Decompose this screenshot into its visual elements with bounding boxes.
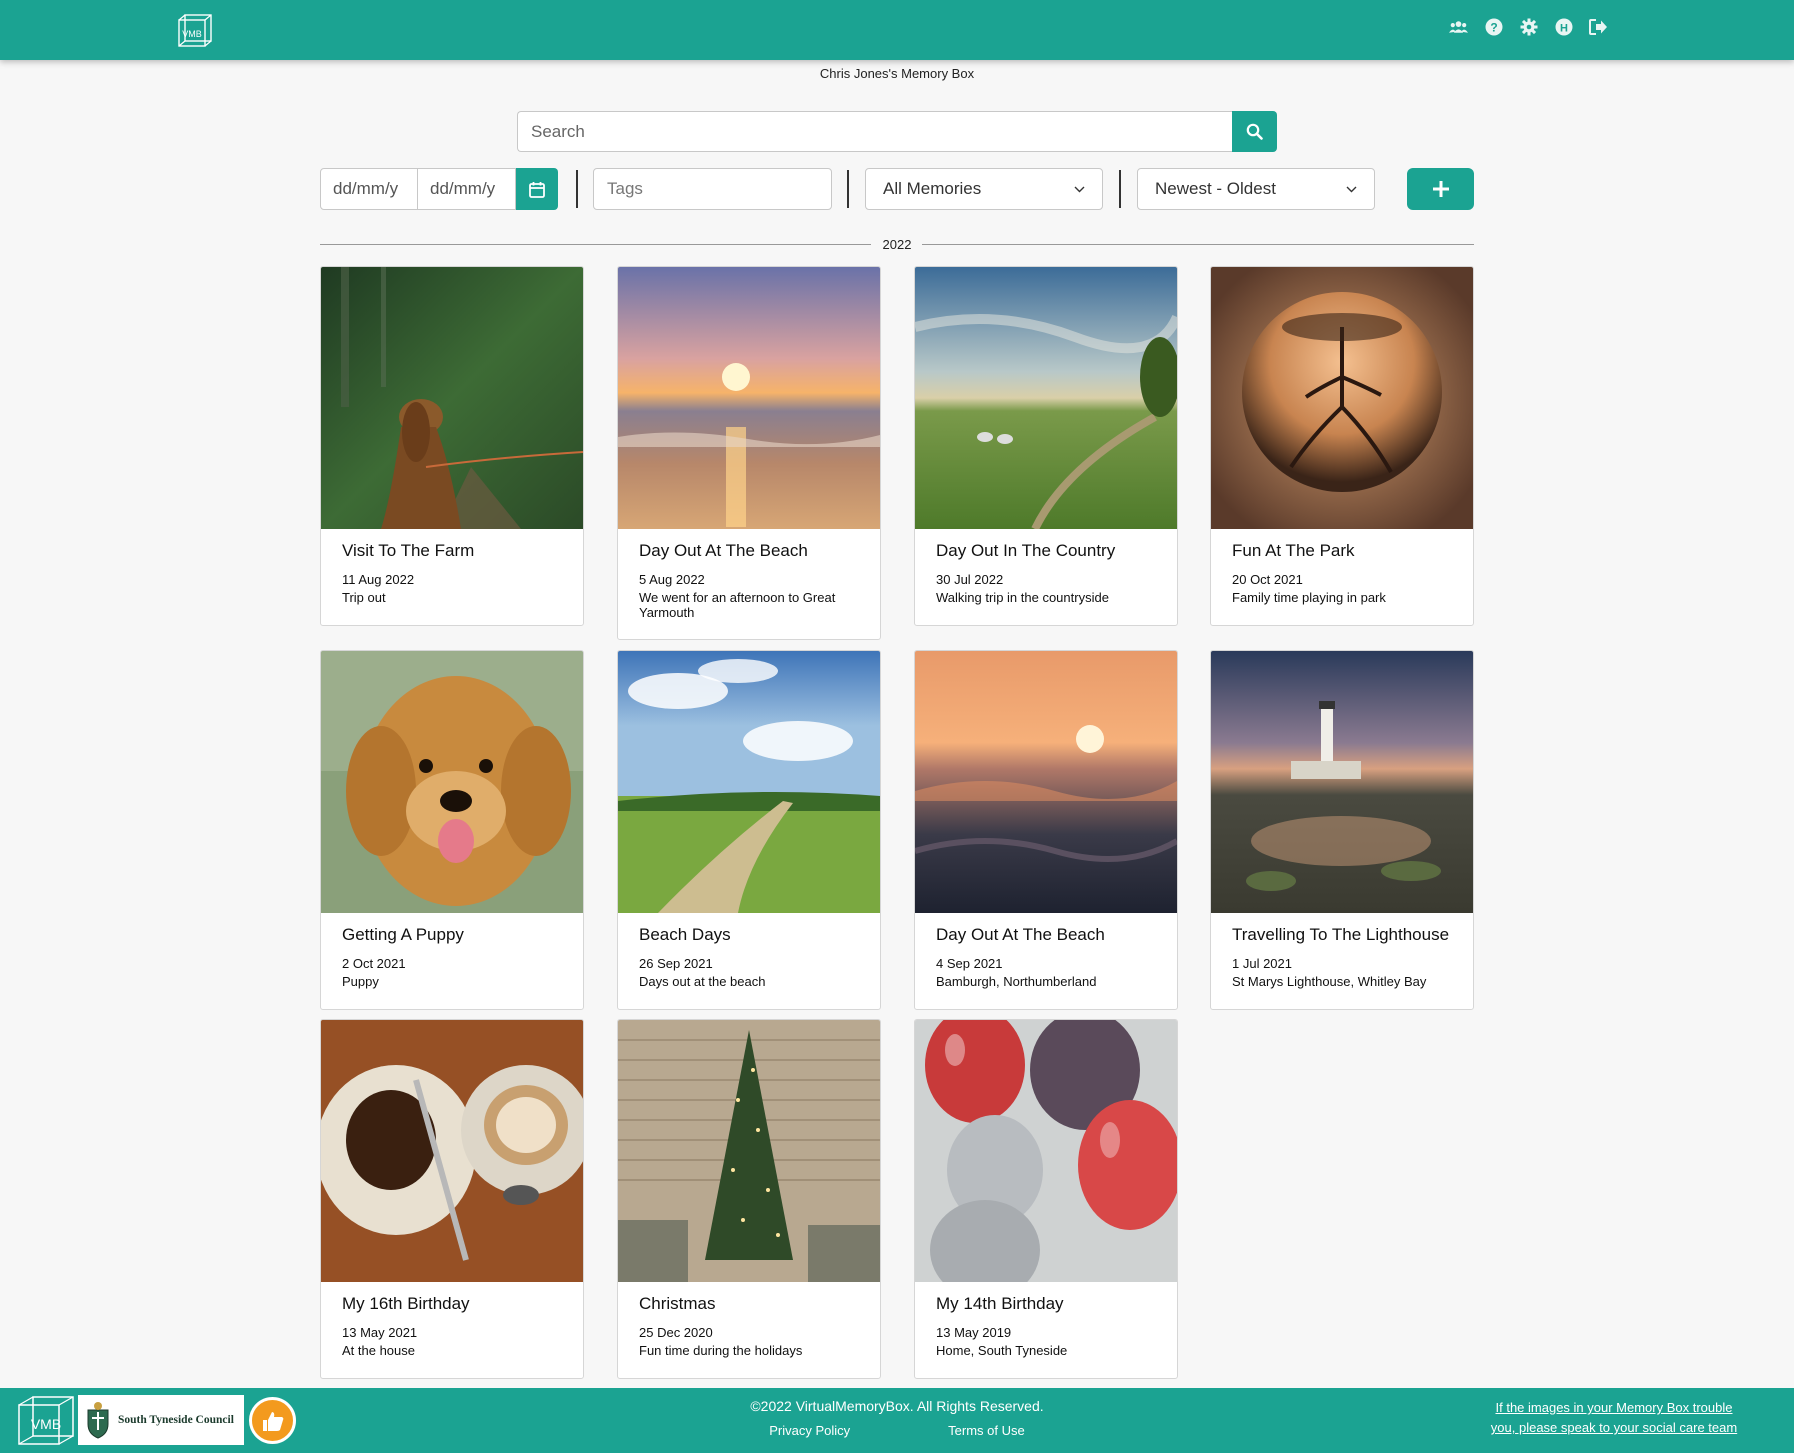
memory-title: Visit To The Farm [342,541,475,560]
memory-image-country-path [618,651,880,913]
date-range: dd/mm/y dd/mm/y [320,168,558,210]
memory-card[interactable]: Day Out At The Beach 4 Sep 2021 Bamburgh… [914,650,1178,1010]
memory-type-select[interactable]: All Memories [865,168,1103,210]
memory-image-dog [321,267,583,529]
memory-description: Days out at the beach [639,974,766,989]
memory-image-lighthouse [1211,651,1473,913]
memory-date: 26 Sep 2021 [639,956,713,971]
plus-icon [1432,181,1449,197]
memory-title: My 14th Birthday [936,1294,1064,1313]
support-note-link[interactable]: If the images in your Memory Box trouble… [1484,1398,1744,1438]
memory-card[interactable]: Getting A Puppy 2 Oct 2021 Puppy [320,650,584,1010]
memory-image-christmas-tree [618,1020,880,1282]
memory-box-title: Chris Jones's Memory Box [819,66,975,81]
footer: VMB South Tyneside Council ©2022 Virtual… [0,1388,1794,1453]
year-label: 2022 [882,237,912,252]
memory-date: 4 Sep 2021 [936,956,1003,971]
memory-date: 13 May 2021 [342,1325,418,1340]
settings-icon[interactable] [1519,17,1538,36]
logout-icon[interactable] [1589,17,1608,36]
vmb-logo[interactable]: VMB [178,14,212,47]
memory-description: St Marys Lighthouse, Whitley Bay [1232,974,1427,989]
memory-image-beach-sunset [618,267,880,529]
memory-description: Bamburgh, Northumberland [936,974,1097,989]
memory-date: 20 Oct 2021 [1232,572,1303,587]
memory-card[interactable]: Day Out At The Beach 5 Aug 2022 We went … [617,266,881,640]
h-icon[interactable]: H [1554,17,1573,36]
memory-image-coffee-cake [321,1020,583,1282]
memory-card[interactable]: My 16th Birthday 13 May 2021 At the hous… [320,1019,584,1379]
memory-title: Getting A Puppy [342,925,464,944]
memory-title: Travelling To The Lighthouse [1232,925,1450,944]
memory-image-sea-sunset [915,651,1177,913]
memory-description: Home, South Tyneside [936,1343,1068,1358]
date-to-field[interactable]: dd/mm/y [418,168,516,210]
memory-date: 1 Jul 2021 [1232,956,1292,971]
help-icon[interactable]: ? [1484,17,1503,36]
memory-date: 5 Aug 2022 [639,572,705,587]
calendar-icon [529,181,545,198]
year-divider: 2022 [320,237,1474,253]
memory-date: 13 May 2019 [936,1325,1012,1340]
users-icon[interactable] [1449,17,1468,36]
memory-image-countryside [915,267,1177,529]
memory-card[interactable]: Travelling To The Lighthouse 1 Jul 2021 … [1210,650,1474,1010]
svg-text:?: ? [1490,20,1497,34]
memory-title: Fun At The Park [1232,541,1355,560]
memory-description: Family time playing in park [1232,590,1386,605]
memory-title: Beach Days [639,925,731,944]
memory-description: Fun time during the holidays [639,1343,803,1358]
search-button[interactable] [1232,111,1277,152]
search-icon [1246,123,1263,140]
memory-card[interactable]: Visit To The Farm 11 Aug 2022 Trip out [320,266,584,626]
memory-title: Christmas [639,1294,716,1313]
memory-title: Day Out In The Country [936,541,1116,560]
chevron-down-icon [1346,186,1357,192]
memory-card[interactable]: Day Out In The Country 30 Jul 2022 Walki… [914,266,1178,626]
memory-date: 25 Dec 2020 [639,1325,713,1340]
memory-title: Day Out At The Beach [936,925,1105,944]
memory-image-crystal-ball [1211,267,1473,529]
memory-description: At the house [342,1343,415,1358]
svg-text:VMB: VMB [182,29,202,39]
separator [847,170,849,208]
memory-description: Walking trip in the countryside [936,590,1109,605]
memory-title: Day Out At The Beach [639,541,808,560]
memory-date: 30 Jul 2022 [936,572,1004,587]
calendar-button[interactable] [516,168,558,210]
memory-image-balloons [915,1020,1177,1282]
memory-date: 2 Oct 2021 [342,956,406,971]
memory-image-puppy [321,651,583,913]
separator [1119,170,1121,208]
separator [576,170,578,208]
memory-description: Puppy [342,974,379,989]
memory-card[interactable]: Christmas 25 Dec 2020 Fun time during th… [617,1019,881,1379]
memory-description: Trip out [342,590,386,605]
memory-card[interactable]: Beach Days 26 Sep 2021 Days out at the b… [617,650,881,1010]
memory-card[interactable]: My 14th Birthday 13 May 2019 Home, South… [914,1019,1178,1379]
top-bar: VMB ? H [0,0,1794,60]
date-from-field[interactable]: dd/mm/y [320,168,418,210]
svg-text:H: H [1560,22,1568,34]
memory-title: My 16th Birthday [342,1294,470,1313]
search-bar [517,111,1277,152]
memory-description: We went for an afternoon to Great Yarmou… [639,590,836,620]
sort-value: Newest - Oldest [1155,179,1276,198]
privacy-policy-link[interactable]: Privacy Policy [769,1423,850,1438]
sort-select[interactable]: Newest - Oldest [1137,168,1375,210]
search-input[interactable] [517,111,1232,152]
memory-type-value: All Memories [883,179,982,198]
tags-input[interactable] [593,168,832,210]
memory-card[interactable]: Fun At The Park 20 Oct 2021 Family time … [1210,266,1474,626]
add-memory-button[interactable] [1407,168,1474,210]
terms-of-use-link[interactable]: Terms of Use [888,1423,1025,1438]
chevron-down-icon [1074,186,1085,192]
memory-date: 11 Aug 2022 [342,572,415,587]
